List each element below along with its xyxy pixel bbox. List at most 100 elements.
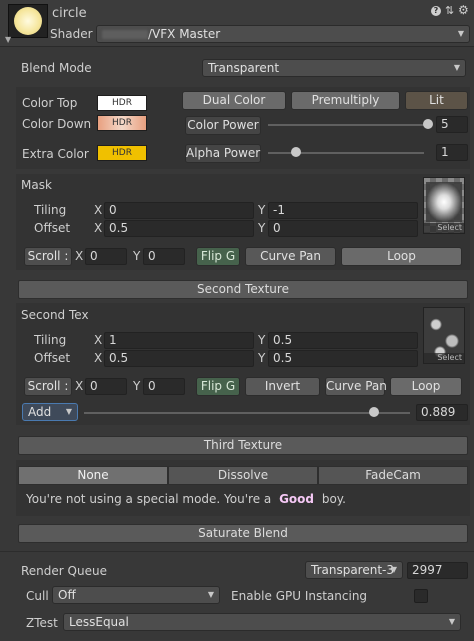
- mask-scroll-y[interactable]: 0: [143, 248, 185, 265]
- blend-mode-label: Blend Mode: [21, 61, 92, 75]
- preset-icon[interactable]: ⇅: [445, 4, 454, 17]
- mask-select-button[interactable]: Select: [424, 223, 464, 233]
- cull-label: Cull: [26, 589, 49, 603]
- second-flip-g-button[interactable]: Flip G: [196, 377, 240, 396]
- dual-color-button[interactable]: Dual Color: [182, 91, 286, 110]
- ztest-dropdown[interactable]: LessEqual ▼: [63, 613, 461, 631]
- second-tiling-label: Tiling: [34, 333, 67, 347]
- y-label: Y: [258, 351, 266, 365]
- render-divider: [0, 551, 474, 552]
- y-label: Y: [133, 249, 141, 263]
- color-top-label: Color Top: [22, 96, 78, 110]
- render-queue-value: Transparent-3: [311, 563, 395, 577]
- third-texture-header[interactable]: Third Texture: [18, 436, 468, 455]
- tab-dissolve[interactable]: Dissolve: [168, 466, 318, 485]
- tab-fadecam[interactable]: FadeCam: [318, 466, 468, 485]
- special-mode-message: You're not using a special mode. You're …: [26, 492, 346, 506]
- second-blend-field[interactable]: 0.889: [416, 404, 468, 421]
- foldout-arrow-icon[interactable]: ▼: [5, 35, 11, 44]
- render-queue-dropdown[interactable]: Transparent-3 ▼: [305, 561, 403, 579]
- shader-value: /VFX Master: [148, 27, 221, 41]
- tab-none[interactable]: None: [18, 466, 168, 485]
- y-label: Y: [258, 221, 266, 235]
- second-loop-button[interactable]: Loop: [390, 377, 462, 396]
- x-label: X: [94, 333, 103, 347]
- chevron-down-icon: ▼: [457, 29, 464, 38]
- premultiply-button[interactable]: Premultiply: [291, 91, 400, 110]
- mask-loop-button[interactable]: Loop: [341, 247, 462, 266]
- shader-dropdown[interactable]: /VFX Master ▼: [96, 25, 470, 43]
- extra-color-label: Extra Color: [22, 147, 89, 161]
- second-scroll-y[interactable]: 0: [143, 378, 185, 395]
- render-queue-number[interactable]: 2997: [407, 562, 468, 579]
- mask-tiling-y[interactable]: -1: [268, 202, 418, 219]
- y-label: Y: [258, 333, 266, 347]
- gpu-instancing-label: Enable GPU Instancing: [231, 589, 368, 603]
- ztest-value: LessEqual: [69, 615, 129, 629]
- mask-offset-label: Offset: [34, 221, 71, 235]
- x-label: X: [94, 203, 103, 217]
- extra-color-swatch[interactable]: HDR: [97, 145, 147, 161]
- mask-scroll-x[interactable]: 0: [85, 248, 127, 265]
- second-texture-header[interactable]: Second Texture: [18, 280, 468, 299]
- second-offset-x[interactable]: 0.5: [104, 350, 254, 367]
- material-preview-thumbnail[interactable]: [8, 4, 48, 38]
- y-label: Y: [258, 203, 266, 217]
- mask-texture-thumbnail[interactable]: Select: [423, 177, 465, 234]
- second-tex-title: Second Tex: [21, 308, 89, 322]
- second-offset-y[interactable]: 0.5: [268, 350, 418, 367]
- alpha-power-knob[interactable]: [291, 147, 301, 157]
- mask-curve-pan-button[interactable]: Curve Pan: [245, 247, 336, 266]
- shader-label: Shader: [50, 27, 93, 41]
- second-select-button[interactable]: Select: [424, 353, 464, 363]
- y-label: Y: [133, 379, 141, 393]
- mask-offset-y[interactable]: 0: [268, 220, 418, 237]
- chevron-down-icon: ▼: [390, 565, 397, 574]
- mask-offset-x[interactable]: 0.5: [104, 220, 254, 237]
- second-blend-dropdown[interactable]: Add ▼: [22, 403, 78, 421]
- gpu-instancing-checkbox[interactable]: [414, 589, 428, 603]
- second-curve-pan-button[interactable]: Curve Pan: [325, 377, 387, 396]
- second-blend-track[interactable]: [84, 412, 410, 414]
- second-tiling-y[interactable]: 0.5: [268, 332, 418, 349]
- x-label: X: [94, 221, 103, 235]
- mask-tiling-label: Tiling: [34, 203, 67, 217]
- mask-scroll-label: Scroll :: [24, 247, 72, 266]
- second-tiling-x[interactable]: 1: [104, 332, 254, 349]
- second-offset-label: Offset: [34, 351, 71, 365]
- cull-dropdown[interactable]: Off ▼: [52, 586, 220, 604]
- saturate-blend-header[interactable]: Saturate Blend: [18, 524, 468, 543]
- help-icon[interactable]: ?: [431, 6, 441, 16]
- alpha-power-field[interactable]: 1: [436, 144, 468, 161]
- mask-glow-preview: [426, 182, 462, 222]
- second-invert-button[interactable]: Invert: [245, 377, 320, 396]
- x-label: X: [75, 379, 84, 393]
- blend-mode-dropdown[interactable]: Transparent ▼: [202, 59, 466, 77]
- color-power-field[interactable]: 5: [436, 116, 468, 133]
- hdr-badge: HDR: [112, 98, 132, 108]
- chevron-down-icon: ▼: [453, 63, 460, 72]
- circle-preview: [14, 7, 42, 35]
- mask-flip-g-button[interactable]: Flip G: [196, 247, 240, 266]
- good-badge: Good: [279, 492, 315, 506]
- second-scroll-x[interactable]: 0: [85, 378, 127, 395]
- second-texture-thumbnail[interactable]: Select: [423, 307, 465, 364]
- cull-value: Off: [58, 588, 76, 602]
- color-down-swatch[interactable]: HDR: [97, 115, 147, 131]
- color-top-swatch[interactable]: HDR: [97, 95, 147, 111]
- object-name: circle: [52, 6, 87, 21]
- alpha-power-label: Alpha Power: [185, 144, 261, 163]
- color-power-label: Color Power: [185, 116, 261, 135]
- second-blend-knob[interactable]: [368, 407, 379, 417]
- x-label: X: [94, 351, 103, 365]
- lit-button[interactable]: Lit: [405, 91, 468, 110]
- mask-tiling-x[interactable]: 0: [104, 202, 254, 219]
- message-text: You're not using a special mode. You're …: [26, 492, 276, 506]
- color-power-knob[interactable]: [423, 119, 433, 129]
- settings-icon[interactable]: ⚙: [458, 3, 469, 17]
- chevron-down-icon: ▼: [207, 590, 214, 599]
- chevron-down-icon: ▼: [448, 617, 455, 626]
- color-down-label: Color Down: [22, 117, 92, 131]
- color-power-track[interactable]: [268, 124, 424, 126]
- hdr-badge: HDR: [112, 118, 132, 128]
